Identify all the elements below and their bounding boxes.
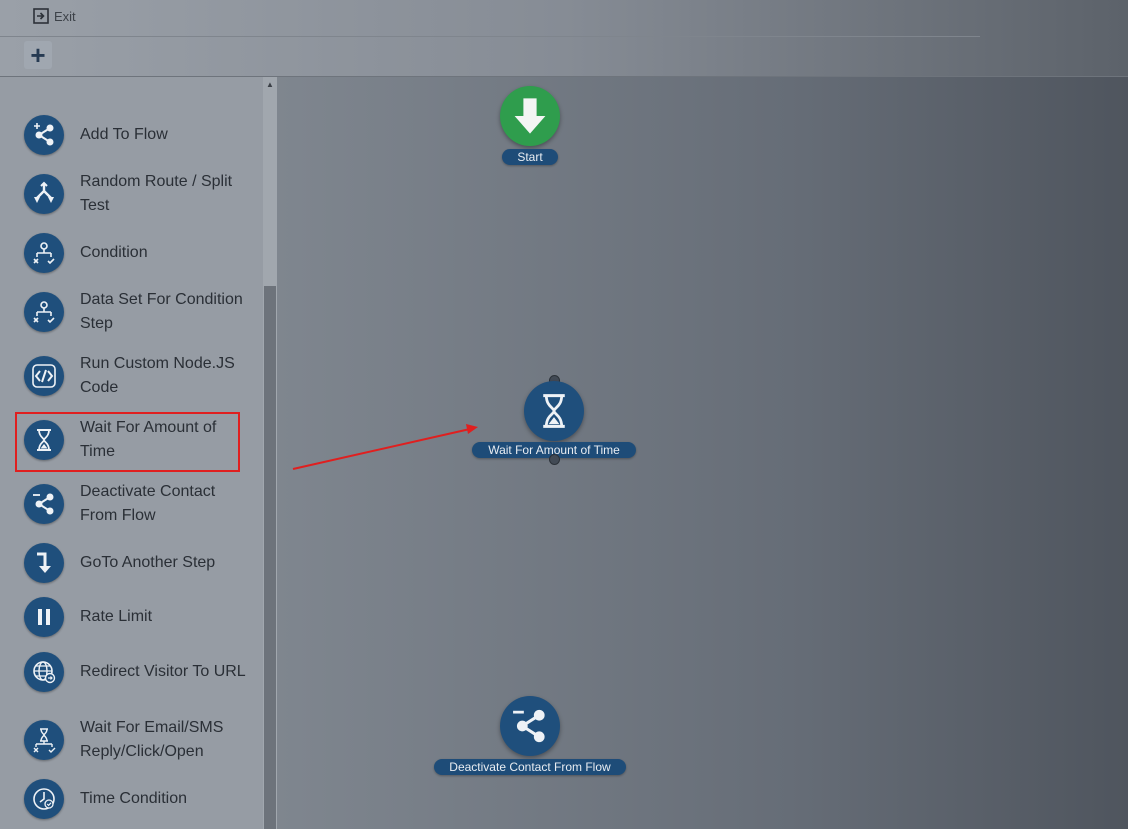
flow-editor: Exit + ▲ Add To Flow Random Route / Spli… xyxy=(0,0,1128,829)
annotation-arrow xyxy=(292,424,478,470)
